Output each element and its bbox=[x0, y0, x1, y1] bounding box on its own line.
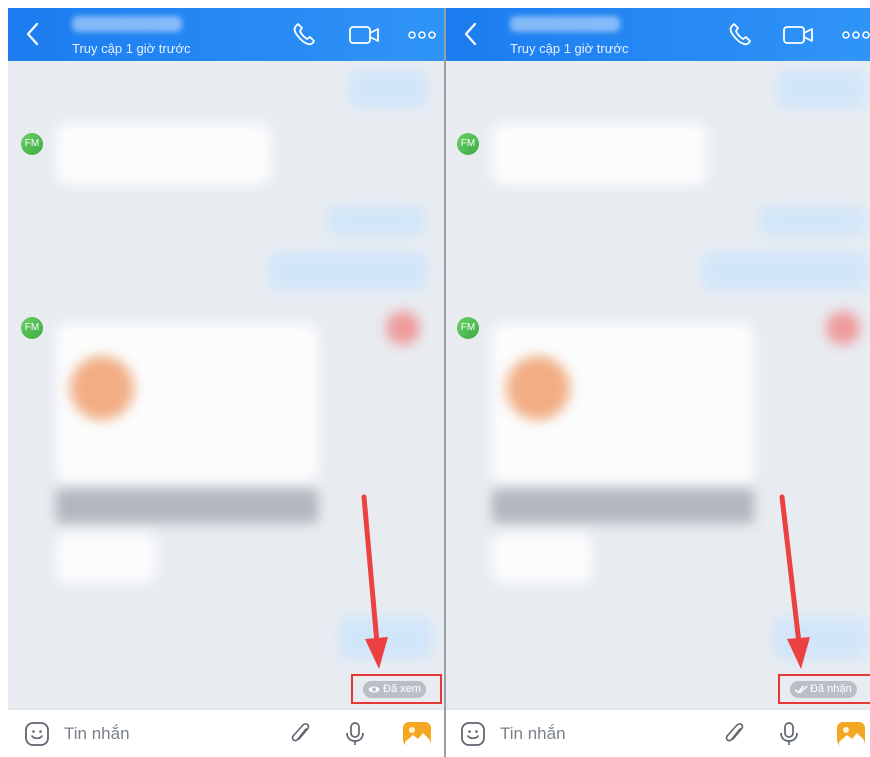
comparison-screenshot: Truy cập 1 giờ trước FM FM Đã xem Tin nh… bbox=[0, 0, 870, 757]
more-options-icon[interactable] bbox=[840, 22, 870, 48]
image-gallery-icon[interactable] bbox=[402, 720, 432, 748]
chat-header: Truy cập 1 giờ trước bbox=[8, 8, 444, 61]
card-image-blurred bbox=[506, 356, 570, 420]
video-call-icon[interactable] bbox=[782, 22, 814, 48]
reaction-blurred bbox=[386, 311, 420, 345]
red-arrow-annotation bbox=[361, 494, 388, 669]
attachment-icon[interactable] bbox=[722, 721, 748, 747]
phone-icon[interactable] bbox=[726, 22, 754, 48]
message-bubble-blurred bbox=[492, 533, 592, 583]
eye-icon bbox=[368, 686, 380, 693]
more-options-icon[interactable] bbox=[406, 22, 438, 48]
emoji-sticker-icon[interactable] bbox=[24, 721, 50, 747]
composer-bar: Tin nhắn bbox=[446, 709, 870, 757]
message-bubble-blurred bbox=[348, 69, 428, 109]
card-image-blurred bbox=[70, 356, 134, 420]
message-bubble-blurred bbox=[56, 123, 271, 185]
back-icon[interactable] bbox=[20, 20, 46, 48]
message-bubble-blurred bbox=[492, 123, 707, 185]
message-input[interactable]: Tin nhắn bbox=[64, 724, 130, 744]
emoji-sticker-icon[interactable] bbox=[460, 721, 486, 747]
attachment-icon[interactable] bbox=[288, 721, 314, 747]
contact-avatar: FM bbox=[21, 133, 43, 155]
last-active-status: Truy cập 1 giờ trước bbox=[510, 41, 629, 56]
contact-name-blurred bbox=[510, 16, 620, 32]
microphone-icon[interactable] bbox=[342, 721, 368, 747]
contact-avatar: FM bbox=[21, 317, 43, 339]
card-caption-blurred bbox=[56, 489, 318, 523]
message-bubble-blurred bbox=[326, 206, 426, 236]
received-receipt-badge: Đã nhận bbox=[790, 681, 857, 698]
video-call-icon[interactable] bbox=[348, 22, 380, 48]
message-bubble-blurred bbox=[702, 251, 867, 291]
chat-header: Truy cập 1 giờ trước bbox=[446, 8, 870, 61]
message-list: FM FM Đã nhận bbox=[446, 61, 870, 709]
contact-avatar: FM bbox=[457, 317, 479, 339]
message-bubble-blurred bbox=[56, 533, 156, 583]
back-icon[interactable] bbox=[458, 20, 484, 48]
message-input[interactable]: Tin nhắn bbox=[500, 724, 566, 744]
message-bubble-blurred bbox=[758, 206, 866, 236]
chat-screen-received: Truy cập 1 giờ trước FM FM Đã nhận Tin n… bbox=[446, 8, 870, 757]
card-caption-blurred bbox=[492, 489, 754, 523]
double-check-icon bbox=[795, 685, 808, 694]
highlight-box: Đã nhận bbox=[778, 674, 870, 704]
receipt-label: Đã xem bbox=[383, 683, 421, 695]
contact-name-blurred bbox=[72, 16, 182, 32]
message-bubble-blurred bbox=[268, 251, 428, 291]
image-gallery-icon[interactable] bbox=[836, 720, 866, 748]
receipt-label: Đã nhận bbox=[810, 683, 852, 695]
reaction-blurred bbox=[826, 311, 860, 345]
chat-screen-seen: Truy cập 1 giờ trước FM FM Đã xem Tin nh… bbox=[8, 8, 444, 757]
red-arrow-annotation bbox=[779, 494, 810, 669]
composer-bar: Tin nhắn bbox=[8, 709, 444, 757]
last-active-status: Truy cập 1 giờ trước bbox=[72, 41, 191, 56]
contact-avatar: FM bbox=[457, 133, 479, 155]
message-bubble-blurred bbox=[776, 69, 866, 109]
seen-receipt-badge: Đã xem bbox=[363, 681, 426, 698]
phone-icon[interactable] bbox=[290, 22, 318, 48]
highlight-box: Đã xem bbox=[351, 674, 442, 704]
message-list: FM FM Đã xem bbox=[8, 61, 444, 709]
microphone-icon[interactable] bbox=[776, 721, 802, 747]
